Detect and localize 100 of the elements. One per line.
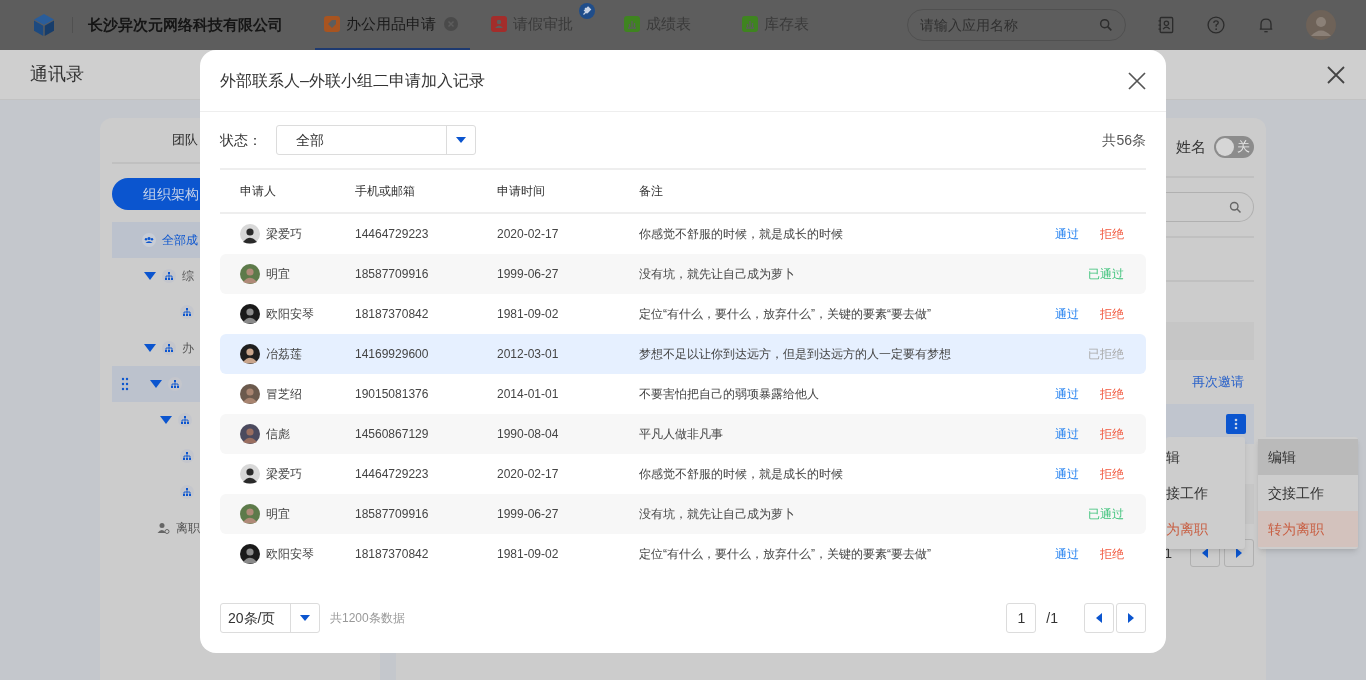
- avatar: [240, 344, 260, 364]
- org-chart-icon: [180, 449, 194, 463]
- search-icon[interactable]: [1098, 17, 1114, 33]
- person-icon: [156, 521, 170, 535]
- status-label: 已通过: [1088, 506, 1124, 523]
- reject-link[interactable]: 拒绝: [1100, 385, 1124, 403]
- approve-link[interactable]: 通过: [1055, 425, 1079, 443]
- reject-link[interactable]: 拒绝: [1100, 545, 1124, 563]
- group-icon: [142, 233, 156, 247]
- reject-link[interactable]: 拒绝: [1100, 425, 1124, 443]
- approve-link[interactable]: 通过: [1055, 225, 1079, 243]
- filter-label: 状态：: [220, 130, 262, 150]
- reject-link[interactable]: 拒绝: [1100, 225, 1124, 243]
- reinvite-link[interactable]: 再次邀请: [1192, 372, 1244, 392]
- total-records: 共1200条数据: [330, 610, 405, 627]
- close-icon[interactable]: [1128, 71, 1146, 90]
- applicant-name: 欧阳安琴: [266, 546, 314, 563]
- status-label: 已拒绝: [1088, 346, 1124, 363]
- table-cell: 1990-08-04: [497, 427, 559, 441]
- table-cell: 平凡人做非凡事: [639, 427, 723, 441]
- status-select[interactable]: 全部: [276, 125, 476, 155]
- table-cell: 你感觉不舒服的时候，就是成长的时候: [639, 467, 843, 481]
- table-cell: 梦想不足以让你到达远方，但是到达远方的人一定要有梦想: [639, 347, 951, 361]
- table-row[interactable]: 欧阳安琴 18187370842 1981-09-02 定位“有什么，要什么，放弃什么”，关键的要素“要去做” 通过 拒绝: [220, 534, 1146, 574]
- tree-label: 综: [182, 268, 194, 285]
- caret-right-icon: [1128, 613, 1134, 623]
- chart-icon: [742, 16, 758, 32]
- applicant-name: 明宜: [266, 266, 290, 283]
- approve-link[interactable]: 通过: [1055, 385, 1079, 403]
- table-row[interactable]: 冶荔莲 14169929600 2012-03-01 梦想不足以让你到达远方，但是到达远方的人一定要有梦想 已拒绝: [220, 334, 1146, 374]
- caret-down-icon[interactable]: [150, 380, 162, 388]
- table-cell: 14560867129: [355, 427, 429, 441]
- table-cell: 1981-09-02: [497, 547, 559, 561]
- menu-item[interactable]: 辑: [1166, 439, 1245, 475]
- caret-right-icon: [1236, 548, 1242, 558]
- table-row[interactable]: 明宜 18587709916 1999-06-27 没有坑，就先让自己成为萝卜 已通过: [220, 254, 1146, 294]
- menu-item[interactable]: 交接工作: [1258, 475, 1358, 511]
- table-row[interactable]: 冒芝绍 19015081376 2014-01-01 不要害怕把自己的弱项暴露给他人 通过 拒绝: [220, 374, 1146, 414]
- page-input[interactable]: 1: [1006, 603, 1037, 633]
- applicant-name: 欧阳安琴: [266, 306, 314, 323]
- org-chart-icon: [162, 341, 176, 355]
- approve-link[interactable]: 通过: [1055, 545, 1079, 563]
- table-row[interactable]: 信彪 14560867129 1990-08-04 平凡人做非凡事 通过 拒绝: [220, 414, 1146, 454]
- menu-item[interactable]: 编辑: [1258, 439, 1358, 475]
- tree-row[interactable]: 综: [112, 258, 200, 294]
- contact-card-icon[interactable]: [1156, 15, 1176, 35]
- table-cell: 定位“有什么，要什么，放弃什么”，关键的要素“要去做”: [639, 307, 931, 321]
- tree-row[interactable]: 办: [112, 330, 200, 366]
- caret-left-icon: [1202, 548, 1208, 558]
- next-page-button[interactable]: [1116, 603, 1146, 633]
- org-structure-button[interactable]: 组织架构: [112, 178, 200, 210]
- reject-link[interactable]: 拒绝: [1100, 465, 1124, 483]
- approve-link[interactable]: 通过: [1055, 305, 1079, 323]
- avatar: [240, 424, 260, 444]
- cube-logo-icon: [32, 13, 56, 37]
- panel-tab[interactable]: 团队: [172, 130, 198, 150]
- person-icon: [491, 16, 507, 32]
- caret-down-icon[interactable]: [144, 272, 156, 280]
- reject-link[interactable]: 拒绝: [1100, 305, 1124, 323]
- drag-handle-icon[interactable]: [121, 377, 129, 391]
- more-button[interactable]: [1226, 414, 1246, 434]
- help-icon[interactable]: [1206, 15, 1226, 35]
- caret-down-icon[interactable]: [144, 344, 156, 352]
- dialog-title: 外部联系人–外联小组二申请加入记录: [220, 70, 485, 91]
- avatar: [240, 504, 260, 524]
- table-cell: 没有坑，就先让自己成为萝卜: [639, 267, 795, 281]
- table-cell: 2014-01-01: [497, 387, 559, 401]
- table-row[interactable]: 梁爱巧 14464729223 2020-02-17 你感觉不舒服的时候，就是成长的时候 通过 拒绝: [220, 214, 1146, 254]
- prev-page-button[interactable]: [1084, 603, 1114, 633]
- tree-row[interactable]: [112, 366, 200, 402]
- org-chart-icon: [162, 269, 176, 283]
- search-icon[interactable]: [1228, 199, 1243, 215]
- more-icon: [1234, 418, 1238, 430]
- page-size-select[interactable]: 20条/页: [220, 603, 320, 633]
- caret-down-icon[interactable]: [160, 416, 172, 424]
- tree-label: 离职: [176, 520, 200, 537]
- record-count: 共56条: [1102, 130, 1146, 150]
- org-chart-icon: [178, 413, 192, 427]
- table-row[interactable]: 明宜 18587709916 1999-06-27 没有坑，就先让自己成为萝卜 已通过: [220, 494, 1146, 534]
- approve-link[interactable]: 通过: [1055, 465, 1079, 483]
- table-cell: 18187370842: [355, 307, 429, 321]
- table-cell: 2012-03-01: [497, 347, 559, 361]
- table-cell: 1999-06-27: [497, 267, 559, 281]
- menu-item[interactable]: 为离职: [1166, 511, 1245, 547]
- toggle-switch[interactable]: 关: [1214, 136, 1254, 158]
- avatar: [240, 304, 260, 324]
- org-chart-icon: [180, 485, 194, 499]
- menu-item[interactable]: 转为离职: [1258, 511, 1358, 547]
- table-row[interactable]: 梁爱巧 14464729223 2020-02-17 你感觉不舒服的时候，就是成长的时候 通过 拒绝: [220, 454, 1146, 494]
- table-row[interactable]: 欧阳安琴 18187370842 1981-09-02 定位“有什么，要什么，放弃什么”，关键的要素“要去做” 通过 拒绝: [220, 294, 1146, 334]
- column-header: 申请时间: [497, 184, 545, 198]
- table-cell: 定位“有什么，要什么，放弃什么”，关键的要素“要去做”: [639, 547, 931, 561]
- menu-item[interactable]: 接工作: [1166, 475, 1245, 511]
- status-label: 已通过: [1088, 266, 1124, 283]
- table-cell: 14464729223: [355, 467, 429, 481]
- tree-row[interactable]: 离职: [112, 510, 200, 546]
- applicant-name: 梁爱巧: [266, 466, 302, 483]
- tree-row[interactable]: 全部成: [112, 222, 200, 258]
- close-icon[interactable]: [1326, 64, 1346, 85]
- avatar: [240, 384, 260, 404]
